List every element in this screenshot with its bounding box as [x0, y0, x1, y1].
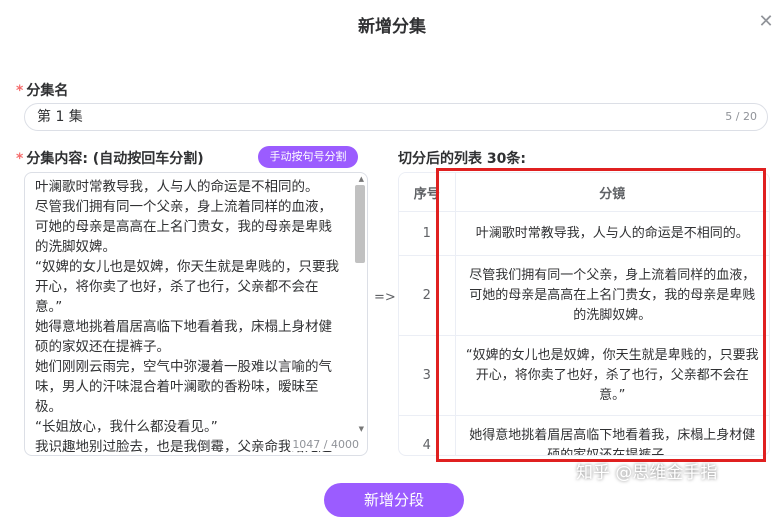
required-mark: * [16, 83, 24, 99]
textarea-scroll-thumb[interactable] [355, 185, 365, 263]
scroll-down-arrow-icon[interactable]: ▼ [359, 425, 364, 433]
row-index: 4 [399, 415, 456, 455]
table-row: 3 “奴婢的女儿也是奴婢，你天生就是卑贱的，只要我开心，将你卖了也好，杀了也行，… [399, 335, 769, 416]
table-header-row: 序号 分镜 [399, 173, 769, 212]
dialog-title: 新增分集 [358, 17, 426, 37]
table-row: 1 叶澜歌时常教导我，人与人的命运是不相同的。 [399, 211, 769, 256]
row-index: 1 [399, 211, 456, 256]
required-mark: * [16, 151, 24, 167]
table-row: 4 她得意地挑着眉居高临下地看着我，床榻上身材健硕的家奴还在提裤子。 [399, 415, 769, 455]
row-index: 3 [399, 335, 456, 416]
row-text: 尽管我们拥有同一个父亲，身上流着同样的血液，可她的母亲是高高在上名门贵女，我的母… [455, 255, 769, 336]
scroll-up-arrow-icon[interactable]: ▲ [359, 175, 364, 183]
split-arrow: => [374, 290, 396, 305]
column-header-index: 序号 [399, 173, 456, 212]
content-field-label: * 分集内容: (自动按回车分割) [16, 148, 204, 168]
column-header-shot: 分镜 [455, 173, 769, 212]
split-list-table: 序号 分镜 1 叶澜歌时常教导我，人与人的命运是不相同的。 2 尽管我们拥有同一… [398, 172, 770, 456]
watermark: 知乎 @思维金手指 [576, 463, 718, 483]
episode-content-textarea[interactable]: 叶澜歌时常教导我，人与人的命运是不相同的。 尽管我们拥有同一个父亲，身上流着同样… [24, 172, 368, 456]
content-char-count: 1047 / 4000 [290, 438, 359, 451]
add-segment-button[interactable]: 新增分段 [324, 483, 464, 517]
row-text: “奴婢的女儿也是奴婢，你天生就是卑贱的，只要我开心，将你卖了也好，杀了也行，父亲… [455, 335, 769, 416]
episode-content-text: 叶澜歌时常教导我，人与人的命运是不相同的。 尽管我们拥有同一个父亲，身上流着同样… [35, 179, 339, 455]
name-label-text: 分集名 [26, 83, 69, 99]
name-field-label: * 分集名 [16, 80, 68, 100]
content-label-text: 分集内容: (自动按回车分割) [26, 151, 204, 167]
row-text: 她得意地挑着眉居高临下地看着我，床榻上身材健硕的家奴还在提裤子。 [455, 415, 769, 455]
episode-name-count: 5 / 20 [725, 110, 757, 123]
table-row: 2 尽管我们拥有同一个父亲，身上流着同样的血液，可她的母亲是高高在上名门贵女，我… [399, 255, 769, 336]
split-by-period-button[interactable]: 手动按句号分割 [258, 146, 358, 168]
row-index: 2 [399, 255, 456, 336]
row-text: 叶澜歌时常教导我，人与人的命运是不相同的。 [455, 211, 769, 256]
split-list-title: 切分后的列表 30条: [398, 151, 526, 167]
episode-name-input[interactable]: 第 1 集 5 / 20 [24, 103, 768, 131]
episode-name-value: 第 1 集 [37, 109, 83, 125]
close-icon[interactable]: ✕ [756, 12, 776, 32]
